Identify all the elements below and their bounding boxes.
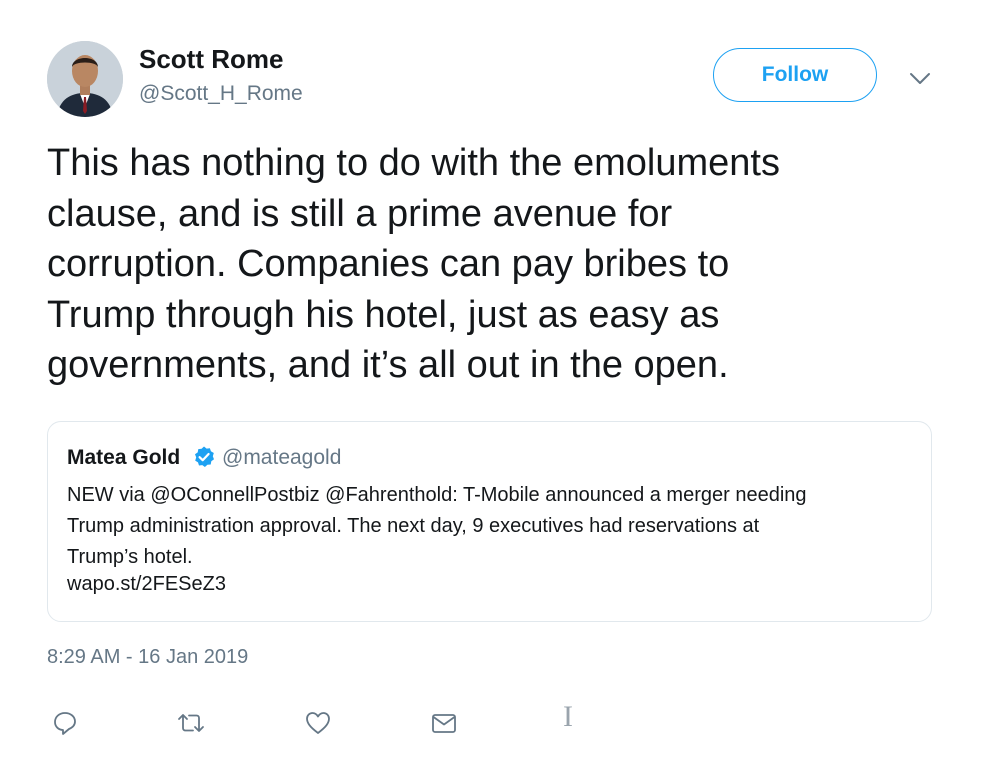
retweet-icon <box>178 714 204 732</box>
direct-message-icon <box>432 714 456 733</box>
author-handle[interactable]: @Scott_H_Rome <box>139 82 303 106</box>
chevron-down-icon <box>910 73 930 84</box>
retweet-button[interactable] <box>176 708 206 738</box>
quoted-author-handle: @mateagold <box>222 446 342 469</box>
reply-icon <box>54 712 76 735</box>
quoted-tweet-text: NEW via @OConnellPostbiz @Fahrenthold: T… <box>67 484 807 568</box>
quoted-tweet-card[interactable]: Matea Gold @mateagold NEW via @OConnellP… <box>47 421 932 622</box>
author-avatar[interactable] <box>47 41 123 117</box>
like-button[interactable] <box>303 708 333 738</box>
avatar-image <box>47 41 123 117</box>
author-name[interactable]: Scott Rome <box>139 44 283 75</box>
tweet-timestamp[interactable]: 8:29 AM - 16 Jan 2019 <box>47 646 248 669</box>
verified-badge-icon <box>192 445 216 469</box>
reply-button[interactable] <box>50 708 80 738</box>
like-icon <box>306 712 330 734</box>
text-cursor-icon: I <box>563 700 573 733</box>
quoted-tweet-link[interactable]: wapo.st/2FESeZ3 <box>67 573 226 596</box>
tweet-text: This has nothing to do with the emolumen… <box>47 142 780 386</box>
direct-message-button[interactable] <box>429 708 459 738</box>
follow-button[interactable]: Follow <box>713 48 877 102</box>
quoted-author-name: Matea Gold <box>67 446 181 469</box>
more-options-button[interactable] <box>907 66 933 92</box>
